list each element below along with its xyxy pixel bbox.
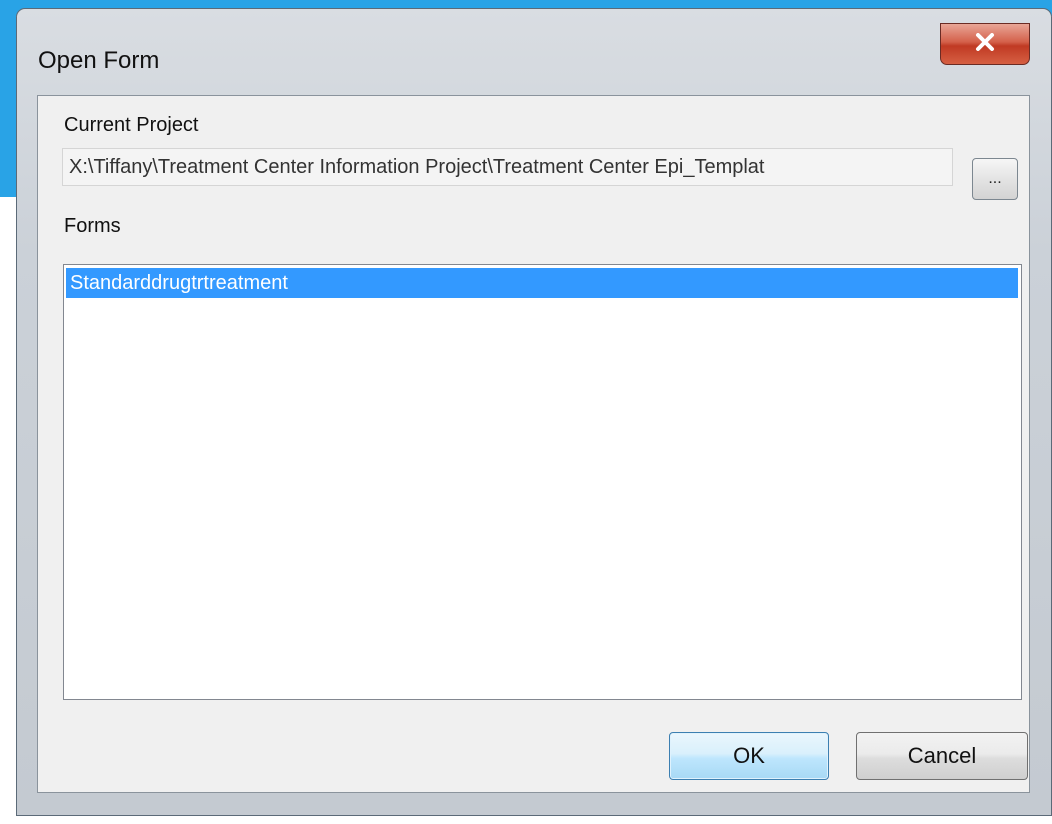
forms-label: Forms <box>64 215 121 237</box>
list-item[interactable]: Standarddrugtrtreatment <box>66 268 1018 298</box>
browse-button[interactable]: ... <box>972 158 1018 200</box>
cancel-button[interactable]: Cancel <box>856 732 1028 780</box>
dialog-title: Open Form <box>38 47 160 74</box>
ok-button[interactable]: OK <box>669 732 829 780</box>
open-form-dialog: Open Form Current Project ... Forms Stan… <box>16 8 1052 816</box>
forms-listbox[interactable]: Standarddrugtrtreatment <box>63 264 1022 700</box>
title-bar[interactable]: Open Form <box>17 9 1051 95</box>
close-button[interactable] <box>940 23 1030 65</box>
current-project-path-field[interactable] <box>62 148 953 186</box>
close-icon <box>975 32 995 56</box>
desktop-background-strip <box>0 0 16 197</box>
current-project-label: Current Project <box>64 114 199 136</box>
dialog-body: Current Project ... Forms Standarddrugtr… <box>37 95 1030 793</box>
